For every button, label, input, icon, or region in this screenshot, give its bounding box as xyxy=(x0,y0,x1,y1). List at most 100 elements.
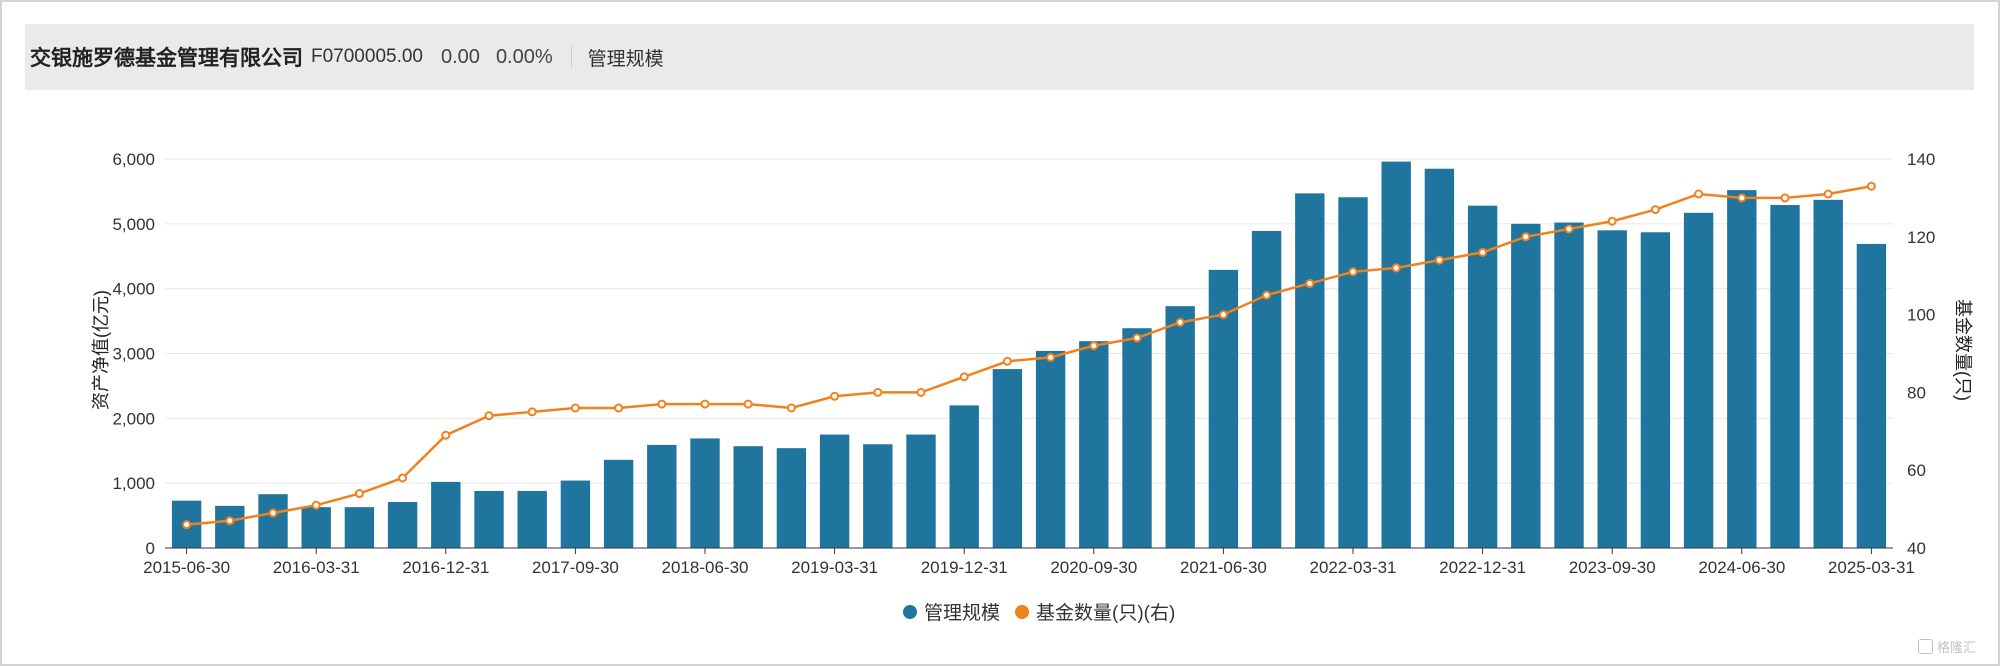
bar xyxy=(1511,223,1541,549)
legend-label-bar[interactable]: 管理规模 xyxy=(924,602,1000,624)
line-point xyxy=(830,391,840,401)
bar xyxy=(344,507,375,548)
y-left-tick-label: 0 xyxy=(146,539,155,558)
bar xyxy=(992,369,1023,548)
line-point xyxy=(1823,189,1833,199)
line-point xyxy=(743,399,753,409)
line-point xyxy=(1046,352,1056,362)
line-point xyxy=(441,430,451,440)
y-left-tick-label: 6,000 xyxy=(112,150,155,169)
bar xyxy=(1251,230,1282,548)
bar xyxy=(1856,243,1887,548)
bar xyxy=(1683,212,1714,549)
gridlines xyxy=(165,158,1893,484)
line-point xyxy=(1089,341,1099,351)
line-point xyxy=(786,403,796,413)
x-tick-label: 2025-03-31 xyxy=(1828,558,1915,577)
x-tick-label: 2018-06-30 xyxy=(662,558,749,577)
legend-label-line[interactable]: 基金数量(只)(右) xyxy=(1036,602,1175,624)
y-left-tick-label: 3,000 xyxy=(112,345,155,364)
x-tick-label: 2016-03-31 xyxy=(273,558,360,577)
line-point xyxy=(1262,290,1272,300)
bar xyxy=(1381,161,1411,549)
y-right-tick-label: 120 xyxy=(1907,228,1935,247)
legend-marker-bar[interactable] xyxy=(903,605,917,619)
line-point xyxy=(657,399,667,409)
y-left-tick-label: 2,000 xyxy=(112,409,155,428)
line-point xyxy=(354,489,364,499)
line-point xyxy=(959,372,969,382)
x-tick-label: 2022-03-31 xyxy=(1310,558,1397,577)
line-point xyxy=(1002,356,1012,366)
y-right-axis-title: 基金数量(只) xyxy=(1953,299,1973,401)
combo-chart: 0 1,000 2,000 3,000 4,000 5,000 6,000 40 60 80 100… xyxy=(91,150,1973,624)
line-point xyxy=(225,516,235,526)
line-point xyxy=(484,411,494,421)
bar xyxy=(1035,350,1066,548)
line-point xyxy=(1434,255,1444,265)
line-point xyxy=(527,407,537,417)
bar xyxy=(1770,205,1800,548)
x-tick-label: 2016-12-31 xyxy=(402,558,489,577)
y-right-tick-label: 140 xyxy=(1907,150,1935,169)
bar xyxy=(1424,168,1455,548)
bar xyxy=(517,490,547,548)
bar xyxy=(1727,190,1757,548)
y-right-tick-label: 100 xyxy=(1907,306,1935,325)
line-point xyxy=(1650,205,1660,215)
bar xyxy=(949,405,979,548)
line-point xyxy=(1521,232,1531,242)
line-point xyxy=(1564,224,1574,234)
legend: 管理规模 基金数量(只)(右) xyxy=(903,602,1175,624)
line-point xyxy=(1780,193,1790,203)
bar-series xyxy=(171,161,1887,549)
y-left-tick-label: 4,000 xyxy=(112,280,155,299)
bar xyxy=(776,448,807,548)
line-point xyxy=(1607,216,1617,226)
line-point xyxy=(311,500,321,510)
bar xyxy=(431,481,461,548)
line-point xyxy=(1132,333,1142,343)
bar xyxy=(690,438,720,548)
line-point xyxy=(700,399,710,409)
bar xyxy=(560,480,591,548)
y-left-tick-label: 1,000 xyxy=(112,474,155,493)
line-point xyxy=(1218,310,1228,320)
bar xyxy=(301,507,331,548)
watermark: 格隆汇 xyxy=(1917,637,1976,656)
bar xyxy=(1165,306,1195,548)
bar xyxy=(733,446,763,548)
bar xyxy=(1467,205,1498,548)
line-point xyxy=(614,403,624,413)
line-point xyxy=(1391,263,1401,273)
x-tick-label: 2022-12-31 xyxy=(1439,558,1526,577)
x-tick-label: 2019-12-31 xyxy=(921,558,1008,577)
y-right-tick-label: 60 xyxy=(1907,461,1926,480)
legend-marker-line[interactable] xyxy=(1015,605,1029,619)
bar xyxy=(819,434,850,548)
line-point xyxy=(873,387,883,397)
line-point xyxy=(1175,317,1185,327)
line-point xyxy=(182,520,192,530)
bar xyxy=(647,444,677,548)
bar xyxy=(258,494,288,548)
bar xyxy=(906,434,936,548)
line-point xyxy=(1305,278,1315,288)
y-left-tick-label: 5,000 xyxy=(112,215,155,234)
x-tick-label: 2019-03-31 xyxy=(791,558,878,577)
line-point xyxy=(916,387,926,397)
x-tick-label: 2021-06-30 xyxy=(1180,558,1267,577)
bar xyxy=(387,501,418,548)
bar xyxy=(1554,222,1584,548)
y-left-axis-title: 资产净值(亿元) xyxy=(91,290,111,410)
line-point xyxy=(398,473,408,483)
x-tick-label: 2023-09-30 xyxy=(1569,558,1656,577)
bar xyxy=(1597,230,1627,549)
line-point xyxy=(1694,189,1704,199)
y-right-tick-label: 80 xyxy=(1907,383,1926,402)
x-tick-label: 2017-09-30 xyxy=(532,558,619,577)
bar xyxy=(474,490,504,548)
line-point xyxy=(1348,267,1358,277)
line-point xyxy=(268,508,278,518)
bar xyxy=(603,459,634,548)
